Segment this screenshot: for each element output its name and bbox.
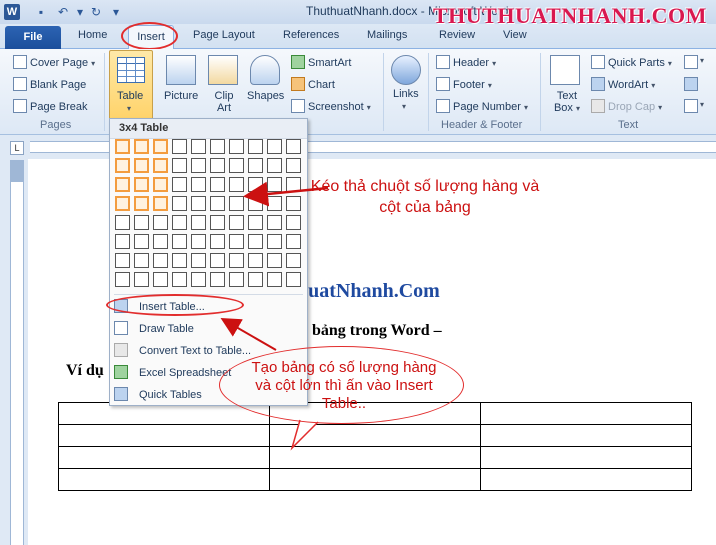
insert-table-arrow [220,318,277,351]
annotation-arrows [220,181,329,451]
bubble-tail [290,419,319,451]
drag-annotation: Kéo thả chuột số lượng hàng và cột của b… [310,178,540,216]
insert-table-annotation: Tạo bảng có số lượng hàng và cột lớn thì… [251,359,437,412]
